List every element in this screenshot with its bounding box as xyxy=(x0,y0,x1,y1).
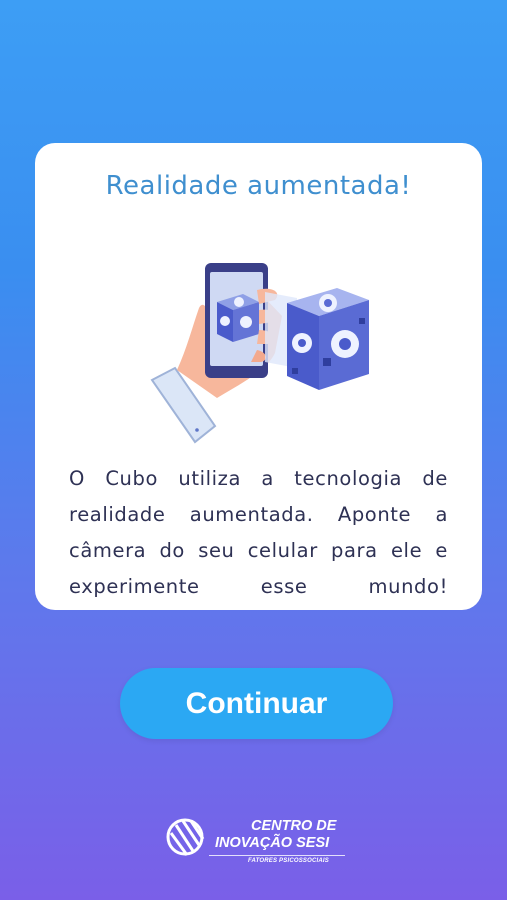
logo-line-1: CENTRO DE xyxy=(251,818,337,834)
logo-divider xyxy=(209,855,345,856)
logo-line-2: INOVAÇÃO SESI xyxy=(215,835,330,851)
ar-info-card: Realidade aumentada! O Cubo utiliza a te… xyxy=(35,143,482,610)
continue-button[interactable]: Continuar xyxy=(120,668,393,739)
logo-subtitle: FATORES PSICOSSOCIAIS xyxy=(248,858,329,864)
card-description: O Cubo utiliza a tecnologia de realidade… xyxy=(69,467,448,598)
hand-phone-cube-ar-icon xyxy=(150,263,369,444)
sesi-logo-icon xyxy=(166,818,205,856)
centro-inovacao-sesi-logo: CENTRO DE INOVAÇÃO SESI FATORES PSICOSSO… xyxy=(165,815,345,871)
card-title: Realidade aumentada! xyxy=(105,171,412,201)
